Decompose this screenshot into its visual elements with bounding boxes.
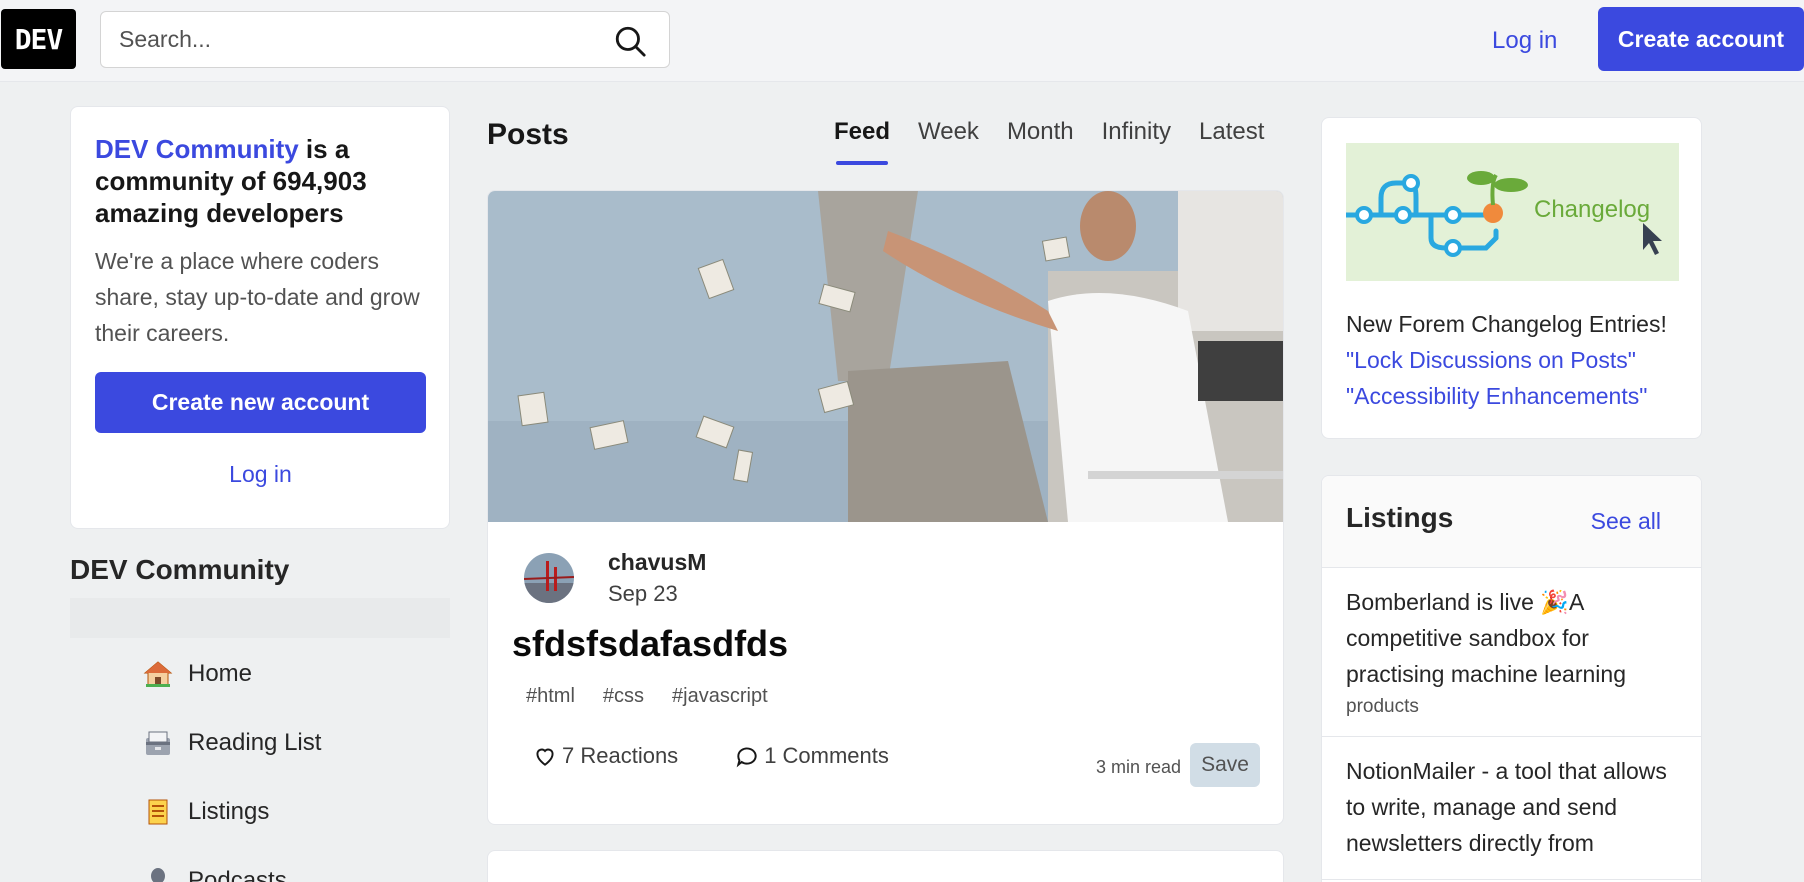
header-login-link[interactable]: Log in [1470, 22, 1579, 60]
tab-week[interactable]: Week [904, 118, 993, 168]
changelog-link-accessibility[interactable]: "Accessibility Enhancements" [1346, 378, 1667, 414]
sidebar-item-home[interactable]: Home [140, 650, 252, 698]
microphone-icon [140, 863, 176, 882]
intro-description: We're a place where coders share, stay u… [95, 248, 420, 346]
changelog-text: New Forem Changelog Entries! "Lock Discu… [1346, 306, 1667, 414]
reactions-button[interactable]: 7 Reactions [512, 743, 678, 769]
save-button[interactable]: Save [1190, 743, 1260, 787]
comments-count: 1 Comments [764, 743, 889, 768]
dev-logo[interactable]: DEV [1, 9, 76, 69]
sidebar-heading: DEV Community [70, 554, 290, 585]
intro-title: DEV Community is a community of 694,903 … [95, 134, 367, 228]
post-tags: #html #css #javascript [512, 681, 782, 712]
create-new-account-button[interactable]: Create new account [95, 372, 426, 433]
changelog-card: Changelog New Forem Changelog Entries! "… [1321, 117, 1702, 439]
tag-javascript[interactable]: #javascript [658, 681, 782, 712]
tab-feed[interactable]: Feed [820, 118, 904, 168]
changelog-link-lock-discussions[interactable]: "Lock Discussions on Posts" [1346, 342, 1667, 378]
scroll-icon [140, 794, 176, 830]
intro-login-link[interactable]: Log in [95, 449, 426, 499]
listing-title: Bomberland is live 🎉A competitive sandbo… [1346, 589, 1626, 687]
listing-category[interactable]: products [1346, 696, 1677, 718]
listings-header: Listings See all [1322, 476, 1701, 568]
comment-icon [736, 747, 757, 768]
post-actions: 7 Reactions 1 Comments [512, 736, 925, 776]
listings-card: Listings See all Bomberland is live 🎉A c… [1321, 475, 1702, 882]
house-icon [140, 656, 176, 692]
post-card[interactable]: chavusM Sep 23 sfdsfsdafasdfds #html #cs… [487, 190, 1284, 825]
feed-tabs: Feed Week Month Infinity Latest [820, 118, 1278, 168]
listing-item[interactable]: Bomberland is live 🎉A competitive sandbo… [1322, 568, 1701, 737]
post-card[interactable] [487, 850, 1284, 882]
post-cover-image[interactable] [488, 191, 1283, 522]
tab-infinity[interactable]: Infinity [1088, 118, 1185, 168]
tag-css[interactable]: #css [589, 681, 658, 712]
post-title[interactable]: sfdsfsdafasdfds [512, 623, 788, 665]
changelog-image-label: Changelog [1534, 196, 1650, 223]
sidebar-item-podcasts[interactable]: Podcasts [140, 857, 287, 882]
author-name[interactable]: chavusM [608, 549, 706, 576]
changelog-heading: New Forem Changelog Entries! [1346, 311, 1667, 337]
post-date: Sep 23 [608, 581, 678, 606]
create-account-button[interactable]: Create account [1598, 7, 1804, 71]
changelog-image[interactable]: Changelog [1346, 143, 1679, 281]
see-all-listings-link[interactable]: See all [1591, 508, 1661, 535]
tab-month[interactable]: Month [993, 118, 1088, 168]
reactions-count: 7 Reactions [562, 743, 679, 768]
search-input[interactable] [119, 12, 599, 67]
posts-heading: Posts [487, 118, 569, 151]
read-time: 3 min read [1096, 757, 1182, 777]
listing-item[interactable]: NotionMailer - a tool that allows to wri… [1322, 737, 1701, 880]
heart-icon [536, 748, 554, 766]
brand-link[interactable]: DEV Community [95, 134, 299, 164]
sidebar-item-label: Home [188, 660, 253, 687]
sidebar-item-label: Podcasts [188, 867, 287, 882]
search-icon[interactable] [613, 24, 647, 58]
author-avatar[interactable] [524, 553, 574, 603]
comments-button[interactable]: 1 Comments [714, 743, 889, 769]
listing-title: NotionMailer - a tool that allows to wri… [1346, 758, 1667, 856]
card-box-icon [140, 725, 176, 761]
tab-latest[interactable]: Latest [1185, 118, 1278, 168]
sidebar-item-label: Listings [188, 798, 270, 825]
top-header: DEV Log in Create account [0, 0, 1804, 82]
listings-title: Listings [1346, 502, 1454, 533]
sidebar-item-listings[interactable]: Listings [140, 788, 269, 836]
sidebar-item-label: Reading List [188, 729, 322, 756]
search-box[interactable] [100, 11, 670, 68]
sidebar-item-reading-list[interactable]: Reading List [140, 719, 321, 767]
community-intro-card: DEV Community is a community of 694,903 … [70, 106, 450, 529]
tag-html[interactable]: #html [512, 681, 589, 712]
sidebar-divider [70, 598, 450, 638]
